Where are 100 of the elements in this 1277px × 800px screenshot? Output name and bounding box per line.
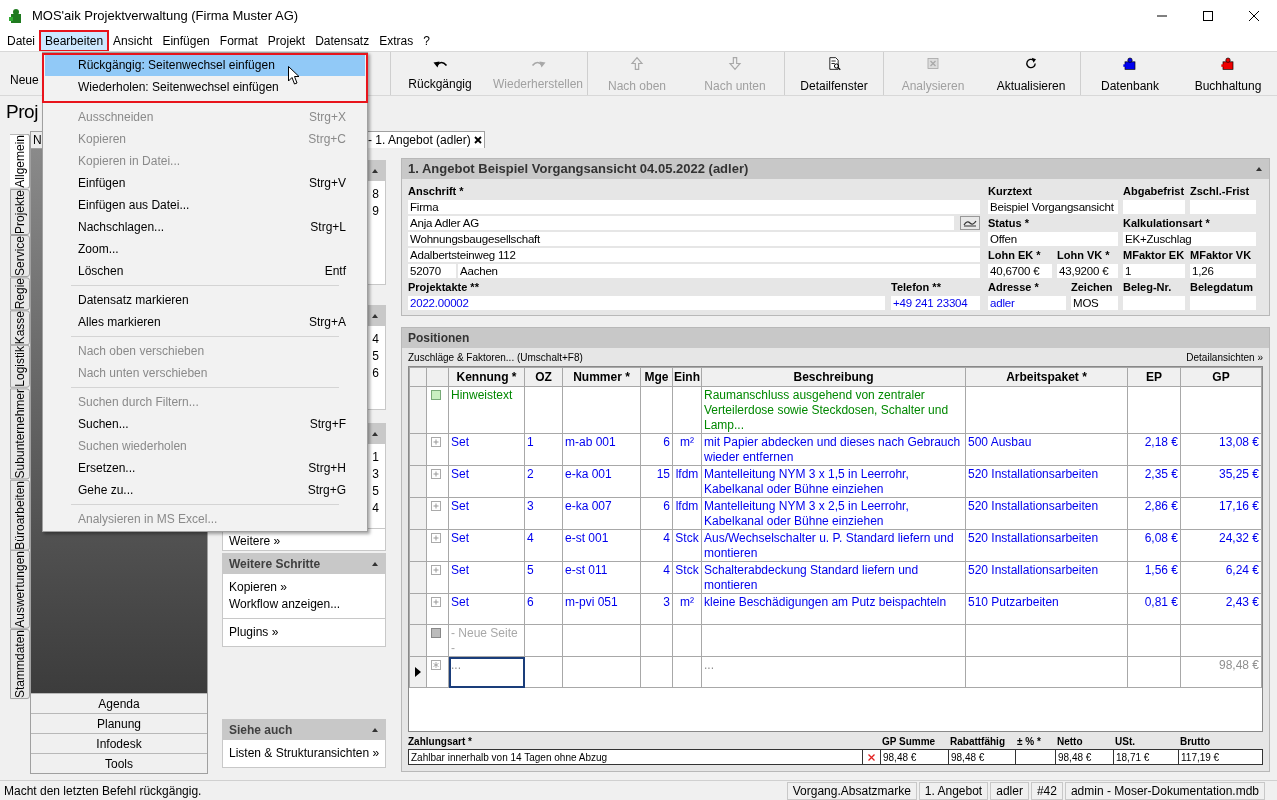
input-field[interactable]: MOS	[1071, 296, 1118, 310]
table-cell[interactable]: Set	[448, 529, 525, 562]
input-field[interactable]: 1	[1123, 264, 1185, 278]
table-cell[interactable]: 13,08 €	[1180, 433, 1262, 466]
table-cell[interactable]: Aus/Wechselschalter u. P. Standard liefern und montieren	[701, 529, 966, 562]
menu-item[interactable]: ?	[418, 31, 435, 51]
table-cell[interactable]: 520 Installationsarbeiten	[965, 561, 1128, 594]
table-cell[interactable]: 2,43 €	[1180, 593, 1262, 625]
menu-item[interactable]: Datensatz markieren	[45, 289, 365, 311]
table-cell[interactable]: 5	[524, 561, 563, 594]
task-link[interactable]: 1	[372, 449, 379, 466]
table-cell[interactable]: Hinweistext	[448, 386, 525, 434]
input-field[interactable]: Firma	[408, 200, 980, 214]
table-cell[interactable]: Set	[448, 593, 525, 625]
table-cell[interactable]: 15	[640, 465, 673, 498]
column-header[interactable]: Nummer *	[562, 367, 641, 387]
table-cell[interactable]: 6,08 €	[1127, 529, 1181, 562]
navigation-button[interactable]: Planung	[31, 713, 207, 733]
input-field[interactable]: adler	[988, 296, 1066, 310]
menu-item[interactable]: Ersetzen... Strg+H	[45, 457, 365, 479]
table-cell[interactable]: e-st 001	[562, 529, 641, 562]
vertical-tab[interactable]: Projekte	[10, 188, 30, 235]
table-cell[interactable]: Set	[448, 433, 525, 466]
column-header[interactable]: Beschreibung	[701, 367, 966, 387]
menu-item[interactable]: Gehe zu... Strg+G	[45, 479, 365, 501]
vertical-tab[interactable]: Service	[10, 234, 30, 277]
input-field[interactable]: EK+Zuschlag	[1123, 232, 1256, 246]
menu-item[interactable]: Rückgängig: Seitenwechsel einfügen	[45, 54, 365, 76]
input-field[interactable]: 40,6700 €	[988, 264, 1052, 278]
task-link[interactable]: Weitere »	[229, 533, 281, 550]
document-tab[interactable]: - 1. Angebot (adler)	[365, 131, 485, 148]
input-field[interactable]: Wohnungsbaugesellschaft	[408, 232, 980, 246]
table-cell[interactable]: e-ka 001	[562, 465, 641, 498]
vertical-tab[interactable]: Auswertungen	[10, 550, 30, 629]
vertical-tab[interactable]: Allgemein	[10, 134, 30, 189]
collapse-button[interactable]	[371, 431, 379, 437]
toolbar-button[interactable]: Datenbank	[1081, 52, 1179, 95]
table-cell[interactable]: 510 Putzarbeiten	[965, 593, 1128, 625]
table-cell[interactable]: 500 Ausbau	[965, 433, 1128, 466]
toolbar-link[interactable]: Zuschläge & Faktoren... (Umschalt+F8)	[408, 349, 583, 365]
input-field[interactable]	[1123, 200, 1185, 214]
vertical-tab[interactable]: Stammdaten	[10, 629, 30, 700]
menu-item[interactable]: Ansicht	[108, 31, 158, 51]
table-cell[interactable]: Mantelleitung NYM 3 x 2,5 in Leerrohr, Kabelkanal oder Bühne einziehen	[701, 497, 966, 530]
collapse-button[interactable]	[371, 168, 379, 174]
table-cell[interactable]: 6	[640, 433, 673, 466]
task-link[interactable]: 6	[372, 365, 379, 382]
table-cell[interactable]: 1,56 €	[1127, 561, 1181, 594]
table-cell[interactable]: Stck	[672, 529, 702, 562]
table-cell[interactable]: 17,16 €	[1180, 497, 1262, 530]
column-header[interactable]: GP	[1180, 367, 1262, 387]
column-header[interactable]: Mge	[640, 367, 673, 387]
table-cell[interactable]: lfdm	[672, 497, 702, 530]
table-cell[interactable]: 24,32 €	[1180, 529, 1262, 562]
task-link[interactable]: 4	[372, 331, 379, 348]
task-link[interactable]: 9	[372, 203, 379, 220]
table-cell[interactable]: 6	[524, 593, 563, 625]
column-header[interactable]: EP	[1127, 367, 1181, 387]
menu-item[interactable]: Datei	[2, 31, 40, 51]
menu-item[interactable]: Löschen Entf	[45, 260, 365, 282]
input-field[interactable]	[1190, 200, 1256, 214]
vertical-tab[interactable]: Regie	[10, 276, 30, 311]
task-link[interactable]: 3	[372, 466, 379, 483]
table-cell[interactable]: mit Papier abdecken und dieses nach Gebrauch wieder entfernen	[701, 433, 966, 466]
toolbar-button[interactable]: Aktualisieren	[982, 52, 1080, 95]
menu-item[interactable]: Projekt	[262, 31, 311, 51]
task-link[interactable]: Listen & Strukturansichten »	[229, 745, 379, 762]
vertical-tab[interactable]: Büroarbeiten	[10, 479, 30, 551]
input-field[interactable]: 1,26	[1190, 264, 1256, 278]
table-cell[interactable]: 6	[640, 497, 673, 530]
table-cell[interactable]: Raumanschluss ausgehend von zentraler Verteilerdose sowie Steckdosen, Schalter und Lamp...	[701, 386, 966, 434]
menu-item[interactable]: Alles markieren Strg+A	[45, 311, 365, 333]
table-cell[interactable]: m²	[672, 593, 702, 625]
column-header[interactable]: Kennung *	[448, 367, 525, 387]
input-field[interactable]: Anja Adler AG	[408, 216, 954, 230]
column-header[interactable]: Arbeitspaket *	[965, 367, 1128, 387]
menu-item[interactable]: Datensatz	[310, 31, 375, 51]
table-cell[interactable]: 4	[640, 529, 673, 562]
collapse-button[interactable]	[371, 313, 379, 319]
collapse-button[interactable]	[1255, 166, 1263, 172]
menu-item[interactable]: Extras	[374, 31, 419, 51]
table-cell[interactable]: lfdm	[672, 465, 702, 498]
input-field[interactable]	[1190, 296, 1256, 310]
input-field[interactable]: +49 241 23304	[891, 296, 980, 310]
task-link[interactable]: Plugins »	[229, 624, 379, 641]
task-link[interactable]: 5	[372, 348, 379, 365]
vertical-tab[interactable]: Kasse	[10, 310, 30, 346]
vertical-tab[interactable]: Subunternehmer	[10, 388, 30, 480]
toolbar-button[interactable]: Rückgängig	[391, 52, 489, 95]
navigation-button[interactable]: Agenda	[31, 693, 207, 713]
table-cell[interactable]: e-st 011	[562, 561, 641, 594]
menu-item[interactable]: Wiederholen: Seitenwechsel einfügen	[45, 76, 365, 98]
menu-item[interactable]: Einfügen aus Datei...	[45, 194, 365, 216]
menu-item[interactable]: Zoom...	[45, 238, 365, 260]
table-cell[interactable]: 4	[524, 529, 563, 562]
task-link[interactable]: 8	[372, 186, 379, 203]
table-cell[interactable]: 2	[524, 465, 563, 498]
table-cell[interactable]: 520 Installationsarbeiten	[965, 465, 1128, 498]
table-cell[interactable]: e-ka 007	[562, 497, 641, 530]
task-link[interactable]: Workflow anzeigen...	[229, 596, 379, 613]
